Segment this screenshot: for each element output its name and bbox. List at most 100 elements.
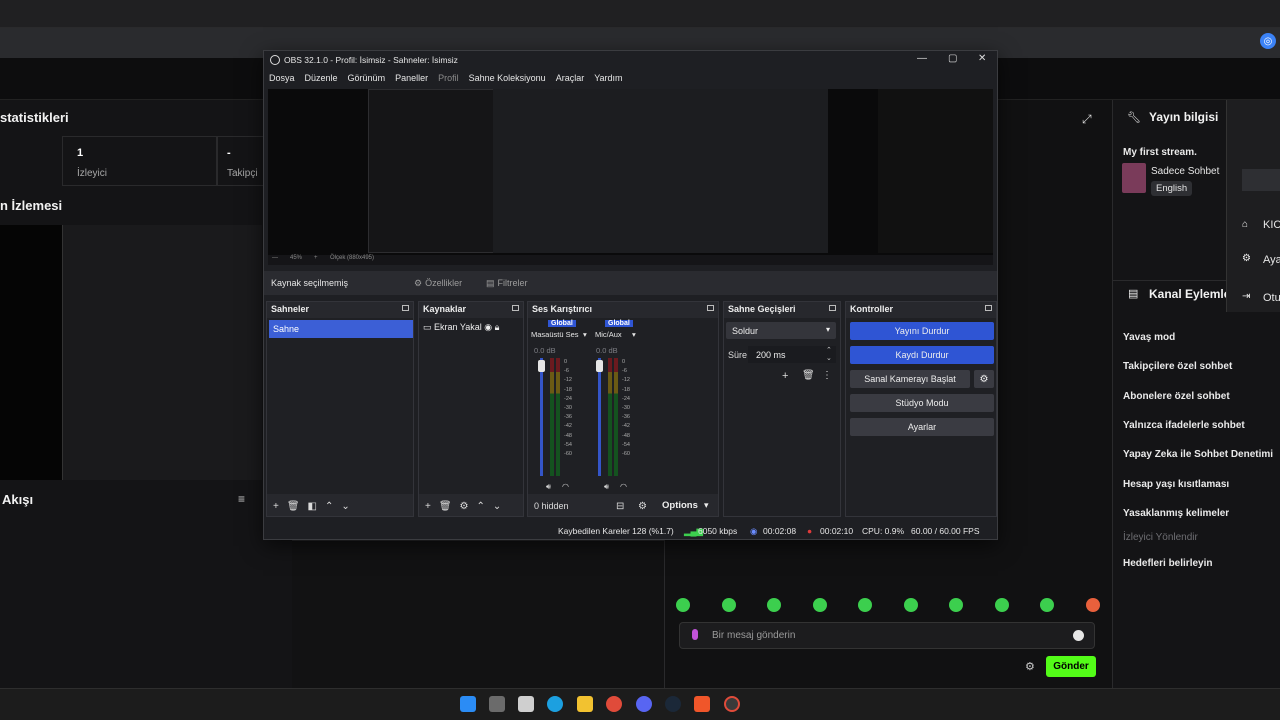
emote-icon[interactable] [949, 598, 964, 612]
mic-aux-name[interactable]: Mic/Aux [595, 330, 622, 339]
trash-icon[interactable]: 🗑︎ [802, 370, 815, 381]
chevron-down-icon[interactable]: ▾ [632, 330, 636, 339]
headphones-icon[interactable]: ◠ [562, 482, 569, 491]
headphones-icon[interactable]: ◠ [620, 482, 627, 491]
float-icon[interactable] [402, 305, 409, 311]
mic-icon[interactable] [692, 629, 698, 640]
chevron-down-icon[interactable]: ▾ [583, 330, 587, 339]
chat-settings-icon[interactable]: ⚙ [1025, 660, 1035, 673]
brave-icon[interactable] [694, 696, 710, 712]
emote-icon[interactable] [1040, 598, 1055, 612]
up-icon[interactable]: ⌃ [477, 501, 485, 512]
minus-icon[interactable]: — [272, 255, 278, 261]
task-view-icon[interactable] [489, 696, 505, 712]
filter-icon[interactable]: ◧ [308, 501, 317, 512]
emote-icon[interactable] [994, 598, 1009, 612]
menu-item-logout[interactable]: Otu [1263, 292, 1280, 304]
close-icon[interactable]: ✕ [978, 53, 986, 64]
layout-icon[interactable]: ⊟ [616, 501, 624, 512]
stream-preview-thumbnail[interactable] [0, 225, 262, 480]
mixer-options[interactable]: Options [662, 500, 698, 511]
trash-icon[interactable]: 🗑︎ [439, 501, 452, 512]
up-icon[interactable]: ⌃ [325, 501, 333, 512]
emote-icon[interactable] [1085, 598, 1100, 612]
emote-icon[interactable] [676, 598, 690, 612]
emote-icon[interactable] [721, 598, 736, 612]
float-icon[interactable] [829, 305, 836, 311]
scale-label[interactable]: Ölçek (880x495) [330, 255, 374, 261]
emote-icon[interactable] [858, 598, 873, 612]
set-goals[interactable]: Hedefleri belirleyin [1123, 558, 1212, 569]
store-icon[interactable] [518, 696, 534, 712]
start-icon[interactable] [460, 696, 476, 712]
filter-icon[interactable]: ≡ [238, 492, 245, 506]
emoji-icon[interactable] [1073, 630, 1084, 641]
stop-streaming-button[interactable]: Yayını Durdur [850, 322, 994, 340]
add-icon[interactable]: + [425, 501, 431, 512]
obs-preview-canvas[interactable] [268, 89, 993, 255]
banned-words[interactable]: Yasaklanmış kelimeler [1123, 508, 1229, 519]
desktop-volume-knob[interactable] [538, 360, 545, 372]
menu-profile[interactable]: Profil [433, 71, 464, 87]
send-button[interactable]: Gönder [1046, 656, 1096, 677]
menu-help[interactable]: Yardım [589, 71, 627, 87]
desktop-audio-name[interactable]: Masaüstü Ses [531, 330, 579, 339]
studio-mode-button[interactable]: Stüdyo Modu [850, 394, 994, 412]
settings-button[interactable]: Ayarlar [850, 418, 994, 436]
menu-scene-collection[interactable]: Sahne Koleksiyonu [464, 71, 551, 87]
menu-tools[interactable]: Araçlar [551, 71, 590, 87]
down-icon[interactable]: ⌄ [493, 501, 501, 512]
add-icon[interactable]: + [273, 501, 279, 512]
menu-item-kick[interactable]: KIC [1263, 219, 1280, 231]
menu-view[interactable]: Görünüm [343, 71, 391, 87]
float-icon[interactable] [707, 305, 714, 311]
chat-input[interactable]: Bir mesaj gönderin [679, 622, 1095, 649]
maximize-icon[interactable]: ▢ [948, 53, 957, 64]
speaker-icon[interactable]: 🔊︎ [604, 482, 609, 492]
emote-icon[interactable] [903, 598, 918, 612]
virtual-camera-settings-icon[interactable]: ⚙ [974, 370, 994, 388]
discord-icon[interactable] [636, 696, 652, 712]
mic-volume-knob[interactable] [596, 360, 603, 372]
down-icon[interactable]: ⌄ [341, 501, 349, 512]
lock-icon[interactable]: 🔒︎ [495, 322, 500, 332]
more-icon[interactable]: ⋮ [822, 370, 832, 381]
emote-only-chat[interactable]: Yalnızca ifadelerle sohbet [1123, 420, 1245, 431]
add-icon[interactable]: + [782, 370, 788, 382]
emote-icon[interactable] [812, 598, 827, 612]
extension-icon[interactable]: ◎ [1260, 33, 1276, 49]
speaker-icon[interactable]: 🔊︎ [546, 482, 551, 492]
visibility-icon[interactable]: ◉ [484, 322, 492, 332]
float-icon[interactable] [512, 305, 519, 311]
gear-icon[interactable]: ⚙ [460, 501, 469, 512]
trash-icon[interactable]: 🗑︎ [287, 501, 300, 512]
menu-item-settings[interactable]: Aya [1263, 254, 1280, 266]
start-virtual-camera-button[interactable]: Sanal Kamerayı Başlat [850, 370, 970, 388]
float-icon[interactable] [985, 305, 992, 311]
explorer-icon[interactable] [577, 696, 593, 712]
followers-only-chat[interactable]: Takipçilere özel sohbet [1123, 361, 1232, 372]
ai-moderation[interactable]: Yapay Zeka ile Sohbet Denetimi [1123, 449, 1273, 460]
stop-recording-button[interactable]: Kaydı Durdur [850, 346, 994, 364]
menu-docks[interactable]: Paneller [390, 71, 433, 87]
plus-icon[interactable]: + [314, 255, 318, 261]
chevron-down-icon[interactable]: ▾ [704, 500, 709, 511]
menu-edit[interactable]: Düzenle [300, 71, 343, 87]
slow-mode[interactable]: Yavaş mod [1123, 332, 1175, 343]
transition-select[interactable]: Soldur ▾ [726, 322, 836, 339]
properties-button[interactable]: ⚙ Özellikler [410, 275, 466, 291]
expand-icon[interactable]: ⤢ [1082, 112, 1092, 127]
menu-file[interactable]: Dosya [264, 71, 300, 87]
scene-item[interactable]: Sahne [269, 320, 413, 338]
menu-top-item[interactable] [1242, 169, 1280, 191]
subscribers-only-chat[interactable]: Abonelere özel sohbet [1123, 391, 1230, 402]
edge-icon[interactable] [547, 696, 563, 712]
stepper-icon[interactable]: ⌃ ⌄ [826, 346, 832, 362]
advanced-audio-icon[interactable]: ⚙ [638, 501, 647, 512]
filters-button[interactable]: ▤ Filtreler [482, 275, 532, 291]
account-age-restriction[interactable]: Hesap yaşı kısıtlaması [1123, 479, 1229, 490]
steam-icon[interactable] [665, 696, 681, 712]
duration-input[interactable]: 200 ms ⌃ ⌄ [748, 346, 836, 363]
emote-icon[interactable] [767, 598, 782, 612]
mic-volume-slider[interactable] [598, 358, 601, 476]
